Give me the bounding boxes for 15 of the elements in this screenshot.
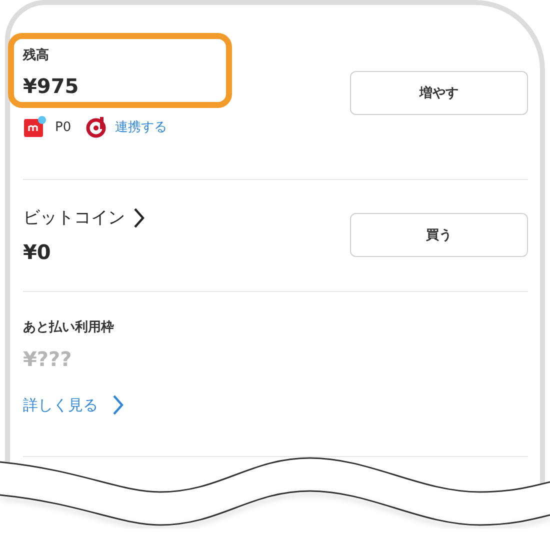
point-logo-icon xyxy=(85,116,108,138)
link-account-link[interactable]: 連携する xyxy=(115,118,168,136)
chevron-right-icon xyxy=(112,394,124,416)
credit-limit-label: あと払い利用枠 xyxy=(23,320,115,335)
points-balance: P0 xyxy=(55,120,72,134)
details-link[interactable]: 詳しく見る xyxy=(23,394,528,416)
bitcoin-amount: ¥0 xyxy=(23,241,52,263)
add-money-button[interactable]: 増やす xyxy=(350,71,528,115)
buy-button[interactable]: 買う xyxy=(350,213,528,257)
balance-label: 残高 xyxy=(23,48,50,63)
credit-limit-amount: ¥??? xyxy=(23,348,73,370)
shopping-bag-icon xyxy=(23,115,47,139)
chevron-right-icon xyxy=(133,207,145,229)
balance-amount: ¥975 xyxy=(23,75,79,97)
bitcoin-link[interactable]: ビットコイン xyxy=(23,207,145,229)
